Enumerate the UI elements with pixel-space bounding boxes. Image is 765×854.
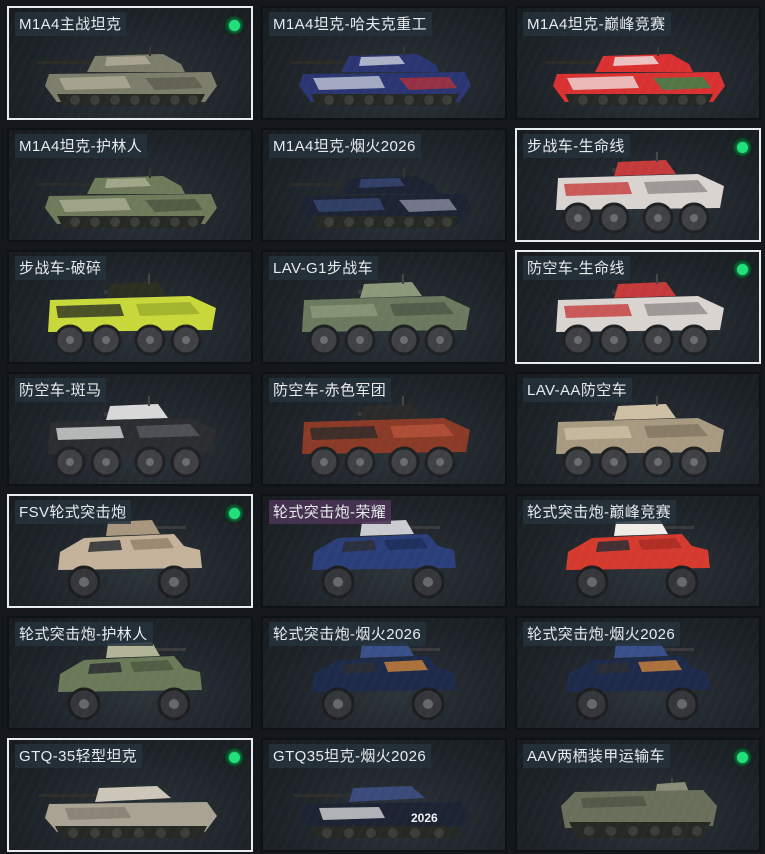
vehicle-preview bbox=[263, 638, 505, 724]
skin-name-label: 步战车-生命线 bbox=[523, 134, 630, 158]
vehicle-preview bbox=[263, 150, 505, 236]
skin-name-label: M1A4坦克-巅峰竞赛 bbox=[523, 12, 671, 36]
vehicle-skin-card[interactable]: GTQ35坦克-烟火2026 2026 bbox=[261, 738, 507, 852]
skin-name-label: 防空车-赤色军团 bbox=[269, 378, 392, 402]
tank-icon bbox=[37, 46, 217, 106]
skin-name-label: LAV-AA防空车 bbox=[523, 378, 633, 402]
armored-car-icon bbox=[302, 396, 470, 478]
vehicle-skin-card[interactable]: M1A4主战坦克 bbox=[7, 6, 253, 120]
tank-icon bbox=[37, 168, 217, 228]
assault-vehicle-icon bbox=[58, 642, 202, 721]
vehicle-preview bbox=[517, 760, 759, 846]
assault-vehicle-icon bbox=[312, 520, 456, 599]
armored-car-icon bbox=[48, 274, 216, 356]
skin-name-label: M1A4坦克-护林人 bbox=[15, 134, 148, 158]
light-tank-icon bbox=[39, 786, 217, 838]
vehicle-preview bbox=[9, 150, 251, 236]
owned-indicator-icon bbox=[733, 748, 751, 766]
vehicle-preview bbox=[517, 272, 759, 358]
tank-icon bbox=[545, 46, 725, 106]
assault-vehicle-icon bbox=[58, 520, 202, 599]
vehicle-preview bbox=[9, 516, 251, 602]
armored-car-icon bbox=[48, 396, 216, 478]
vehicle-preview bbox=[517, 638, 759, 724]
vehicle-preview bbox=[9, 394, 251, 480]
owned-indicator-icon bbox=[225, 748, 243, 766]
vehicle-preview bbox=[263, 28, 505, 114]
vehicle-skin-card[interactable]: 步战车-生命线 bbox=[515, 128, 761, 242]
vehicle-preview bbox=[263, 516, 505, 602]
vehicle-preview bbox=[517, 28, 759, 114]
skin-name-label: 步战车-破碎 bbox=[15, 256, 107, 280]
vehicle-skin-card[interactable]: 轮式突击炮-烟火2026 bbox=[515, 616, 761, 730]
vehicle-preview bbox=[263, 272, 505, 358]
owned-indicator-icon bbox=[733, 138, 751, 156]
svg-text:2026: 2026 bbox=[411, 811, 438, 825]
vehicle-skin-card[interactable]: M1A4坦克-烟火2026 bbox=[261, 128, 507, 242]
vehicle-preview bbox=[9, 638, 251, 724]
armored-car-icon bbox=[556, 396, 724, 478]
skin-name-label: M1A4主战坦克 bbox=[15, 12, 127, 36]
vehicle-skin-card[interactable]: FSV轮式突击炮 bbox=[7, 494, 253, 608]
vehicle-skin-card[interactable]: M1A4坦克-巅峰竞赛 bbox=[515, 6, 761, 120]
assault-vehicle-icon bbox=[566, 642, 710, 721]
assault-vehicle-icon bbox=[312, 642, 456, 721]
vehicle-skin-card[interactable]: M1A4坦克-哈夫克重工 bbox=[261, 6, 507, 120]
skin-name-label: 防空车-生命线 bbox=[523, 256, 630, 280]
vehicle-skin-card[interactable]: 防空车-斑马 bbox=[7, 372, 253, 486]
skin-name-label: FSV轮式突击炮 bbox=[15, 500, 132, 524]
vehicle-skin-card[interactable]: 防空车-赤色军团 bbox=[261, 372, 507, 486]
owned-indicator-icon bbox=[225, 16, 243, 34]
assault-vehicle-icon bbox=[566, 520, 710, 599]
vehicle-preview bbox=[517, 394, 759, 480]
skin-name-label: 轮式突击炮-护林人 bbox=[15, 622, 153, 646]
vehicle-skin-card[interactable]: 轮式突击炮-烟火2026 bbox=[261, 616, 507, 730]
vehicle-skin-card[interactable]: AAV两栖装甲运输车 bbox=[515, 738, 761, 852]
vehicle-skin-grid: M1A4主战坦克 M1A4坦克-哈夫克重工 M1A4坦克-巅峰竞赛 M1A4坦克… bbox=[0, 0, 765, 854]
vehicle-skin-card[interactable]: LAV-AA防空车 bbox=[515, 372, 761, 486]
skin-name-label: 轮式突击炮-巅峰竞赛 bbox=[523, 500, 676, 524]
skin-name-label: GTQ-35轻型坦克 bbox=[15, 744, 143, 768]
vehicle-preview bbox=[9, 760, 251, 846]
vehicle-skin-card[interactable]: GTQ-35轻型坦克 bbox=[7, 738, 253, 852]
skin-name-label: 轮式突击炮-烟火2026 bbox=[523, 622, 681, 646]
owned-indicator-icon bbox=[225, 504, 243, 522]
skin-name-label: M1A4坦克-烟火2026 bbox=[269, 134, 421, 158]
skin-name-label: 防空车-斑马 bbox=[15, 378, 107, 402]
vehicle-skin-card[interactable]: LAV-G1步战车 bbox=[261, 250, 507, 364]
amphibious-carrier-icon bbox=[561, 778, 717, 838]
vehicle-skin-card[interactable]: 轮式突击炮-护林人 bbox=[7, 616, 253, 730]
vehicle-preview bbox=[517, 150, 759, 236]
vehicle-preview bbox=[9, 272, 251, 358]
armored-car-icon bbox=[556, 152, 724, 234]
vehicle-preview bbox=[9, 28, 251, 114]
skin-name-label: M1A4坦克-哈夫克重工 bbox=[269, 12, 432, 36]
skin-name-label: 轮式突击炮-烟火2026 bbox=[269, 622, 427, 646]
armored-car-icon bbox=[302, 274, 470, 356]
vehicle-skin-card[interactable]: 步战车-破碎 bbox=[7, 250, 253, 364]
vehicle-skin-card[interactable]: M1A4坦克-护林人 bbox=[7, 128, 253, 242]
skin-name-label: 轮式突击炮-荣耀 bbox=[269, 500, 392, 524]
skin-name-label: LAV-G1步战车 bbox=[269, 256, 379, 280]
light-tank-icon: 2026 bbox=[293, 786, 471, 838]
skin-name-label: GTQ35坦克-烟火2026 bbox=[269, 744, 432, 768]
tank-icon bbox=[291, 46, 471, 106]
vehicle-preview bbox=[263, 394, 505, 480]
owned-indicator-icon bbox=[733, 260, 751, 278]
vehicle-preview bbox=[517, 516, 759, 602]
armored-car-icon bbox=[556, 274, 724, 356]
vehicle-skin-card[interactable]: 轮式突击炮-巅峰竞赛 bbox=[515, 494, 761, 608]
tank-icon bbox=[291, 168, 471, 228]
vehicle-skin-card[interactable]: 轮式突击炮-荣耀 bbox=[261, 494, 507, 608]
vehicle-skin-card[interactable]: 防空车-生命线 bbox=[515, 250, 761, 364]
vehicle-preview: 2026 bbox=[263, 760, 505, 846]
skin-name-label: AAV两栖装甲运输车 bbox=[523, 744, 670, 768]
